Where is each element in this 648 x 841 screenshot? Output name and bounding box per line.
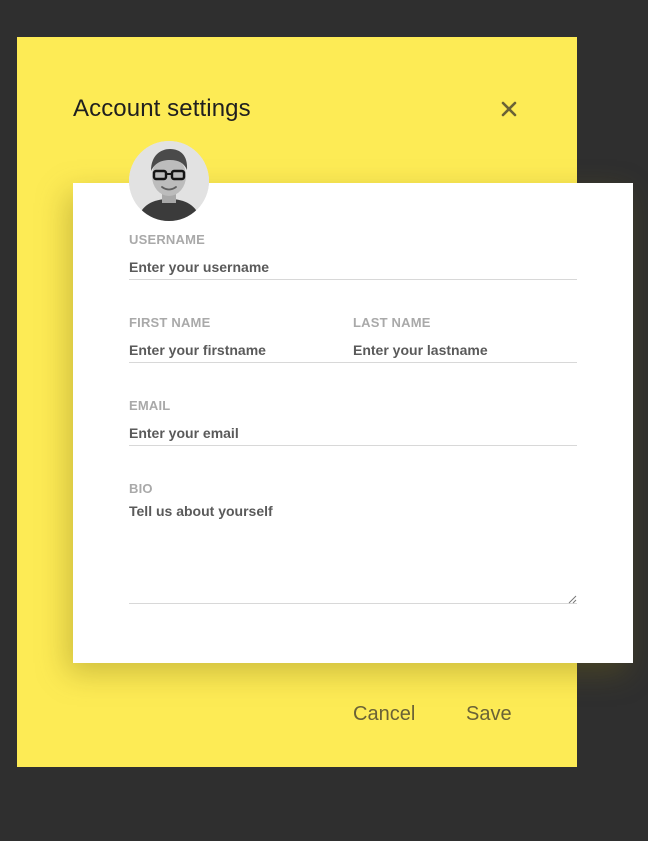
save-button[interactable]: Save <box>466 703 512 726</box>
bio-label: BIO <box>129 481 153 496</box>
username-field: USERNAME <box>129 232 577 284</box>
avatar <box>129 141 209 221</box>
bio-textarea[interactable] <box>129 503 577 604</box>
last-name-field: LAST NAME <box>353 315 577 367</box>
bio-field: BIO <box>129 481 577 609</box>
cancel-button[interactable]: Cancel <box>353 703 415 726</box>
close-icon <box>501 101 517 117</box>
first-name-label: FIRST NAME <box>129 315 211 330</box>
username-input[interactable] <box>129 254 577 280</box>
username-label: USERNAME <box>129 232 205 247</box>
resize-handle-icon[interactable] <box>567 594 577 604</box>
first-name-field: FIRST NAME <box>129 315 353 367</box>
first-name-input[interactable] <box>129 337 353 363</box>
email-field: EMAIL <box>129 398 577 450</box>
email-label: EMAIL <box>129 398 171 413</box>
user-avatar-icon <box>129 141 209 221</box>
form-card: USERNAME FIRST NAME LAST NAME EMAIL BIO <box>73 183 633 663</box>
email-input[interactable] <box>129 420 577 446</box>
last-name-label: LAST NAME <box>353 315 431 330</box>
dialog-title: Account settings <box>73 95 251 122</box>
close-button[interactable] <box>498 98 520 120</box>
last-name-input[interactable] <box>353 337 577 363</box>
